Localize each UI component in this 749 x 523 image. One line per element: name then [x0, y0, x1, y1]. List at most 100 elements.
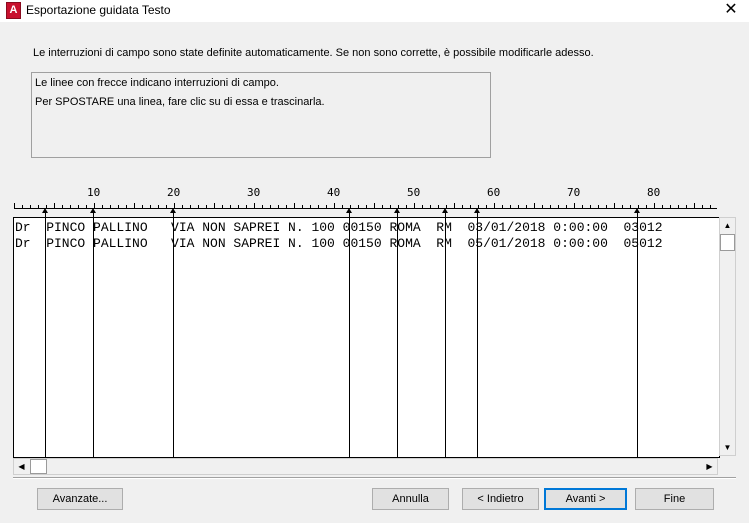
ruler-tick — [606, 205, 607, 208]
field-break-line[interactable] — [477, 210, 478, 457]
ruler-tick — [38, 205, 39, 208]
ruler-tick — [126, 205, 127, 208]
ruler-tick — [526, 205, 527, 208]
ruler-tick — [646, 205, 647, 208]
ruler-tick — [430, 205, 431, 208]
finish-button[interactable]: Fine — [635, 488, 714, 510]
field-break-line[interactable] — [445, 210, 446, 457]
ruler-label: 60 — [487, 186, 501, 199]
ruler-tick — [286, 205, 287, 208]
ruler-tick — [214, 203, 215, 208]
field-break-line[interactable] — [637, 210, 638, 457]
access-app-icon: A — [6, 2, 21, 19]
ruler-tick — [14, 203, 15, 208]
vertical-scroll-thumb[interactable] — [720, 234, 735, 251]
ruler-tick — [62, 205, 63, 208]
ruler-tick — [382, 205, 383, 208]
ruler-tick — [654, 203, 655, 208]
ruler-tick — [678, 205, 679, 208]
window-title: Esportazione guidata Testo — [26, 3, 171, 17]
ruler-tick — [318, 205, 319, 208]
ruler-tick — [254, 203, 255, 208]
ruler-tick — [54, 203, 55, 208]
info-box: Le linee con frecce indicano interruzion… — [31, 72, 491, 158]
ruler-tick — [550, 205, 551, 208]
horizontal-scrollbar[interactable]: ◀ ▶ — [13, 458, 718, 475]
cancel-button[interactable]: Annulla — [372, 488, 449, 510]
preview-row: Dr PINCO PALLINO VIA NON SAPREI N. 100 0… — [15, 220, 663, 235]
ruler-tick — [422, 205, 423, 208]
ruler-tick — [182, 205, 183, 208]
ruler-tick — [542, 205, 543, 208]
ruler-tick — [574, 203, 575, 208]
ruler-tick — [614, 203, 615, 208]
field-break-line[interactable] — [397, 210, 398, 457]
field-break-arrow-icon[interactable] — [90, 208, 96, 213]
ruler-tick — [142, 205, 143, 208]
info-line-arrows: Le linee con frecce indicano interruzion… — [35, 77, 279, 89]
ruler-tick — [246, 205, 247, 208]
ruler-tick — [150, 205, 151, 208]
ruler-tick — [118, 205, 119, 208]
scroll-left-icon[interactable]: ◀ — [14, 459, 29, 474]
ruler-tick — [238, 205, 239, 208]
close-button[interactable]: ✕ — [716, 0, 746, 20]
ruler-tick — [622, 205, 623, 208]
ruler-tick — [334, 203, 335, 208]
ruler-tick — [438, 205, 439, 208]
ruler-tick — [662, 205, 663, 208]
ruler-tick — [414, 203, 415, 208]
field-break-line[interactable] — [173, 210, 174, 457]
field-break-arrow-icon[interactable] — [474, 208, 480, 213]
ruler-tick — [270, 205, 271, 208]
ruler-tick — [158, 205, 159, 208]
ruler-tick — [374, 203, 375, 208]
ruler-tick — [710, 205, 711, 208]
scroll-right-icon[interactable]: ▶ — [702, 459, 717, 474]
field-break-line[interactable] — [45, 210, 46, 457]
ruler-tick — [206, 205, 207, 208]
ruler-tick — [190, 205, 191, 208]
field-break-arrow-icon[interactable] — [442, 208, 448, 213]
ruler-tick — [262, 205, 263, 208]
ruler-label: 10 — [87, 186, 101, 199]
ruler-tick — [510, 205, 511, 208]
data-preview[interactable]: Dr PINCO PALLINO VIA NON SAPREI N. 100 0… — [13, 217, 720, 458]
ruler-tick — [22, 205, 23, 208]
column-ruler: 10 20 30 40 50 60 70 80 — [14, 186, 717, 212]
scroll-up-icon[interactable]: ▲ — [720, 218, 735, 233]
ruler-tick — [310, 205, 311, 208]
vertical-scrollbar[interactable]: ▲ ▼ — [719, 217, 736, 456]
ruler-tick — [278, 205, 279, 208]
ruler-tick — [110, 205, 111, 208]
ruler-tick — [598, 205, 599, 208]
ruler-label: 20 — [167, 186, 181, 199]
ruler-tick — [406, 205, 407, 208]
ruler-tick — [102, 205, 103, 208]
field-break-arrow-icon[interactable] — [346, 208, 352, 213]
scroll-down-icon[interactable]: ▼ — [720, 440, 735, 455]
close-icon: ✕ — [724, 1, 738, 18]
ruler-tick — [518, 205, 519, 208]
ruler-tick — [590, 205, 591, 208]
ruler-label: 30 — [247, 186, 261, 199]
horizontal-scroll-thumb[interactable] — [30, 459, 47, 474]
ruler-tick — [702, 205, 703, 208]
ruler-tick — [30, 205, 31, 208]
field-break-arrow-icon[interactable] — [170, 208, 176, 213]
field-break-arrow-icon[interactable] — [42, 208, 48, 213]
ruler-tick — [86, 205, 87, 208]
ruler-tick — [70, 205, 71, 208]
ruler-baseline — [14, 208, 717, 209]
field-break-line[interactable] — [93, 210, 94, 457]
back-button[interactable]: < Indietro — [462, 488, 539, 510]
ruler-tick — [566, 205, 567, 208]
ruler-label: 50 — [407, 186, 421, 199]
field-break-arrow-icon[interactable] — [394, 208, 400, 213]
advanced-button[interactable]: Avanzate... — [37, 488, 123, 510]
instructions-text: Le interruzioni di campo sono state defi… — [33, 47, 594, 59]
next-button[interactable]: Avanti > — [544, 488, 627, 510]
field-break-line[interactable] — [349, 210, 350, 457]
info-line-move: Per SPOSTARE una linea, fare clic su di … — [35, 96, 325, 108]
field-break-arrow-icon[interactable] — [634, 208, 640, 213]
